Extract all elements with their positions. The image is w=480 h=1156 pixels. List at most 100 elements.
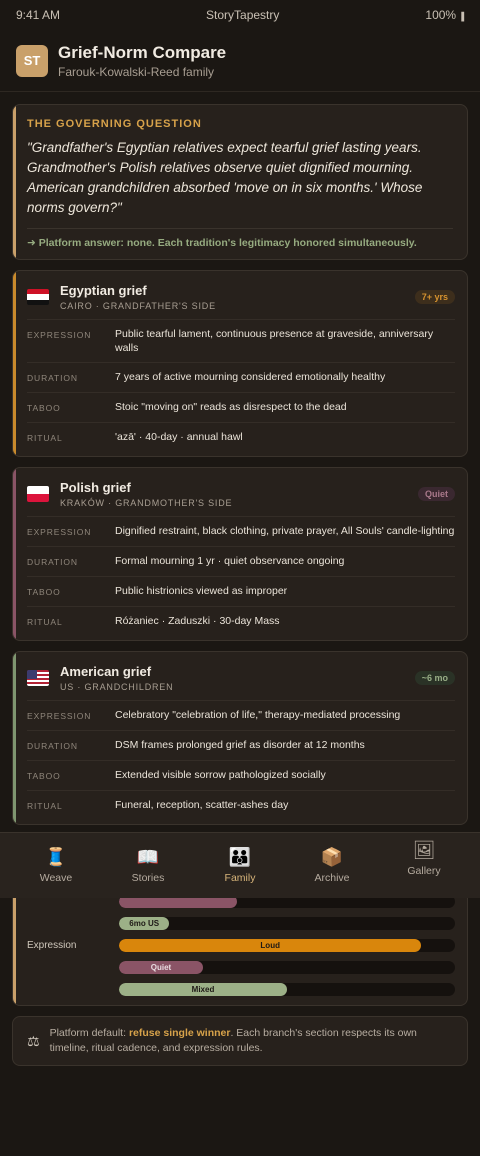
grief-card-poland[interactable]: Polish grief KRAKÓW · GRANDMOTHER'S SIDE…: [12, 467, 468, 641]
battery-indicator: 100%: [425, 8, 464, 22]
duration-badge: Quiet: [417, 487, 455, 501]
info-row: EXPRESSION Dignified restraint, black clo…: [27, 516, 455, 546]
info-row: DURATION Formal mourning 1 yr · quiet obs…: [27, 546, 455, 576]
bar-row: [27, 898, 455, 910]
info-row: TABOO Stoic "moving on" reads as disrespe…: [27, 392, 455, 422]
row-value: Stoic "moving on" reads as disrespect to…: [115, 401, 347, 413]
tab-label: Gallery: [407, 865, 441, 877]
picture-icon: 🖼: [412, 840, 436, 860]
row-label: DURATION: [27, 557, 78, 567]
bar-track: Loud: [119, 938, 455, 952]
row-label: EXPRESSION: [27, 711, 92, 721]
platform-default-note: ⚖ Platform default: refuse single winner…: [12, 1016, 468, 1066]
bar-fill-us-expression: Mixed: [119, 982, 287, 996]
note-text: Platform default: refuse single winner. …: [50, 1026, 453, 1056]
info-row: TABOO Extended visible sorrow pathologize…: [27, 760, 455, 790]
card-title: Polish grief: [60, 480, 131, 495]
tab-archive[interactable]: 📦 Archive: [297, 847, 367, 884]
row-value: 7 years of active mourning considered em…: [115, 371, 386, 383]
row-value: Różaniec · Zaduszki · 30-day Mass: [115, 615, 280, 627]
poland-flag-icon: [27, 486, 49, 502]
bar-fill-us-duration: 6mo US: [119, 916, 170, 930]
info-row: DURATION DSM frames prolonged grief as di…: [27, 730, 455, 760]
bar-row: Mixed: [27, 980, 455, 998]
grief-card-us[interactable]: American grief US · GRANDCHILDREN ~6 mo …: [12, 651, 468, 825]
card-subtitle: CAIRO · GRANDFATHER'S SIDE: [60, 301, 216, 311]
app-logo: ST: [16, 44, 48, 77]
bar-row: Quiet: [27, 958, 455, 976]
bar-fill-poland-expression: Quiet: [119, 960, 203, 974]
card-accent: [13, 898, 16, 1005]
tab-weave[interactable]: 🧵 Weave: [21, 847, 91, 884]
row-value: DSM frames prolonged grief as disorder a…: [115, 739, 365, 751]
status-time: 9:41 AM: [16, 8, 61, 22]
bar-row: 6mo US: [27, 914, 455, 932]
tab-label: Family: [224, 872, 256, 884]
row-value: Public histrionics viewed as improper: [115, 585, 288, 597]
row-value: Formal mourning 1 yr · quiet observance …: [115, 555, 345, 567]
row-label: TABOO: [27, 587, 61, 597]
egypt-flag-icon: [27, 289, 49, 305]
grief-card-egypt[interactable]: Egyptian grief CAIRO · GRANDFATHER'S SID…: [12, 270, 468, 457]
info-row: EXPRESSION Public tearful lament, continu…: [27, 319, 455, 362]
main-content: THE GOVERNING QUESTION "Grandfather's Eg…: [0, 92, 480, 825]
app-header: ST Grief-Norm Compare Farouk-Kowalski-Re…: [0, 30, 480, 92]
info-row: RITUAL Różaniec · Zaduszki · 30-day Mass: [27, 606, 455, 636]
row-label: RITUAL: [27, 433, 63, 443]
row-value: Funeral, reception, scatter-ashes day: [115, 799, 289, 811]
bar-group-label: Expression: [27, 939, 77, 951]
bar-row: Expression Loud: [27, 936, 455, 954]
row-value: Public tearful lament, continuous presen…: [115, 328, 434, 354]
info-row: EXPRESSION Celebratory "celebration of li…: [27, 700, 455, 730]
row-label: EXPRESSION: [27, 330, 92, 340]
page-title: Grief-Norm Compare: [58, 42, 227, 62]
tab-gallery[interactable]: 🖼 Gallery: [389, 840, 459, 877]
note-prefix: Platform default:: [49, 1027, 129, 1039]
row-value: Dignified restraint, black clothing, pri…: [115, 525, 455, 537]
info-row: RITUAL Funeral, reception, scatter-ashes …: [27, 790, 455, 820]
row-label: TABOO: [27, 403, 61, 413]
card-accent: [13, 652, 16, 824]
row-label: TABOO: [27, 771, 61, 781]
row-label: DURATION: [27, 373, 78, 383]
tab-label: Archive: [314, 872, 350, 884]
tab-family[interactable]: 👪 Family: [205, 847, 275, 884]
card-subtitle: KRAKÓW · GRANDMOTHER'S SIDE: [60, 498, 233, 508]
card-accent: [13, 468, 16, 640]
scales-icon: ⚖: [27, 1032, 40, 1049]
page-subtitle: Farouk-Kowalski-Reed family: [58, 64, 215, 79]
platform-answer: ➜ Platform answer: none. Each tradition'…: [27, 228, 453, 249]
question-label: THE GOVERNING QUESTION: [27, 118, 202, 130]
question-text: "Grandfather's Egyptian relatives expect…: [27, 140, 423, 215]
row-label: DURATION: [27, 741, 78, 751]
tab-stories[interactable]: 📖 Stories: [113, 847, 183, 884]
tab-label: Weave: [39, 872, 73, 884]
bar-track: [119, 898, 455, 908]
card-title: American grief: [60, 664, 152, 679]
box-icon: 📦: [320, 847, 344, 867]
card-accent: [13, 271, 16, 456]
us-flag-icon: [27, 670, 49, 686]
row-label: RITUAL: [27, 617, 63, 627]
family-icon: 👪: [228, 847, 252, 867]
bar-track: Quiet: [119, 960, 455, 974]
tab-label: Stories: [131, 872, 165, 884]
comparison-bars-card: 6mo US Expression Loud Quiet Mixed: [12, 898, 468, 1006]
bar-track: 6mo US: [119, 916, 455, 930]
row-value: Extended visible sorrow pathologized soc…: [115, 769, 326, 781]
governing-question-card: THE GOVERNING QUESTION "Grandfather's Eg…: [12, 104, 468, 260]
info-row: DURATION 7 years of active mourning consi…: [27, 362, 455, 392]
status-carrier: StoryTapestry: [206, 8, 280, 22]
row-label: RITUAL: [27, 801, 63, 811]
bar-fill-partial: [119, 898, 237, 908]
row-value: 'azā' · 40-day · annual hawl: [115, 431, 243, 443]
bar-track: Mixed: [119, 982, 455, 996]
card-title: Egyptian grief: [60, 283, 147, 298]
row-label: EXPRESSION: [27, 527, 92, 537]
row-value: Celebratory "celebration of life," thera…: [115, 709, 401, 721]
info-row: RITUAL 'azā' · 40-day · annual hawl: [27, 422, 455, 452]
spool-icon: 🧵: [44, 847, 68, 867]
card-subtitle: US · GRANDCHILDREN: [60, 682, 174, 692]
bottom-tab-bar: 🧵 Weave 📖 Stories 👪 Family 📦 Archive 🖼 Galler…: [0, 832, 480, 898]
duration-badge: 7+ yrs: [414, 290, 455, 304]
